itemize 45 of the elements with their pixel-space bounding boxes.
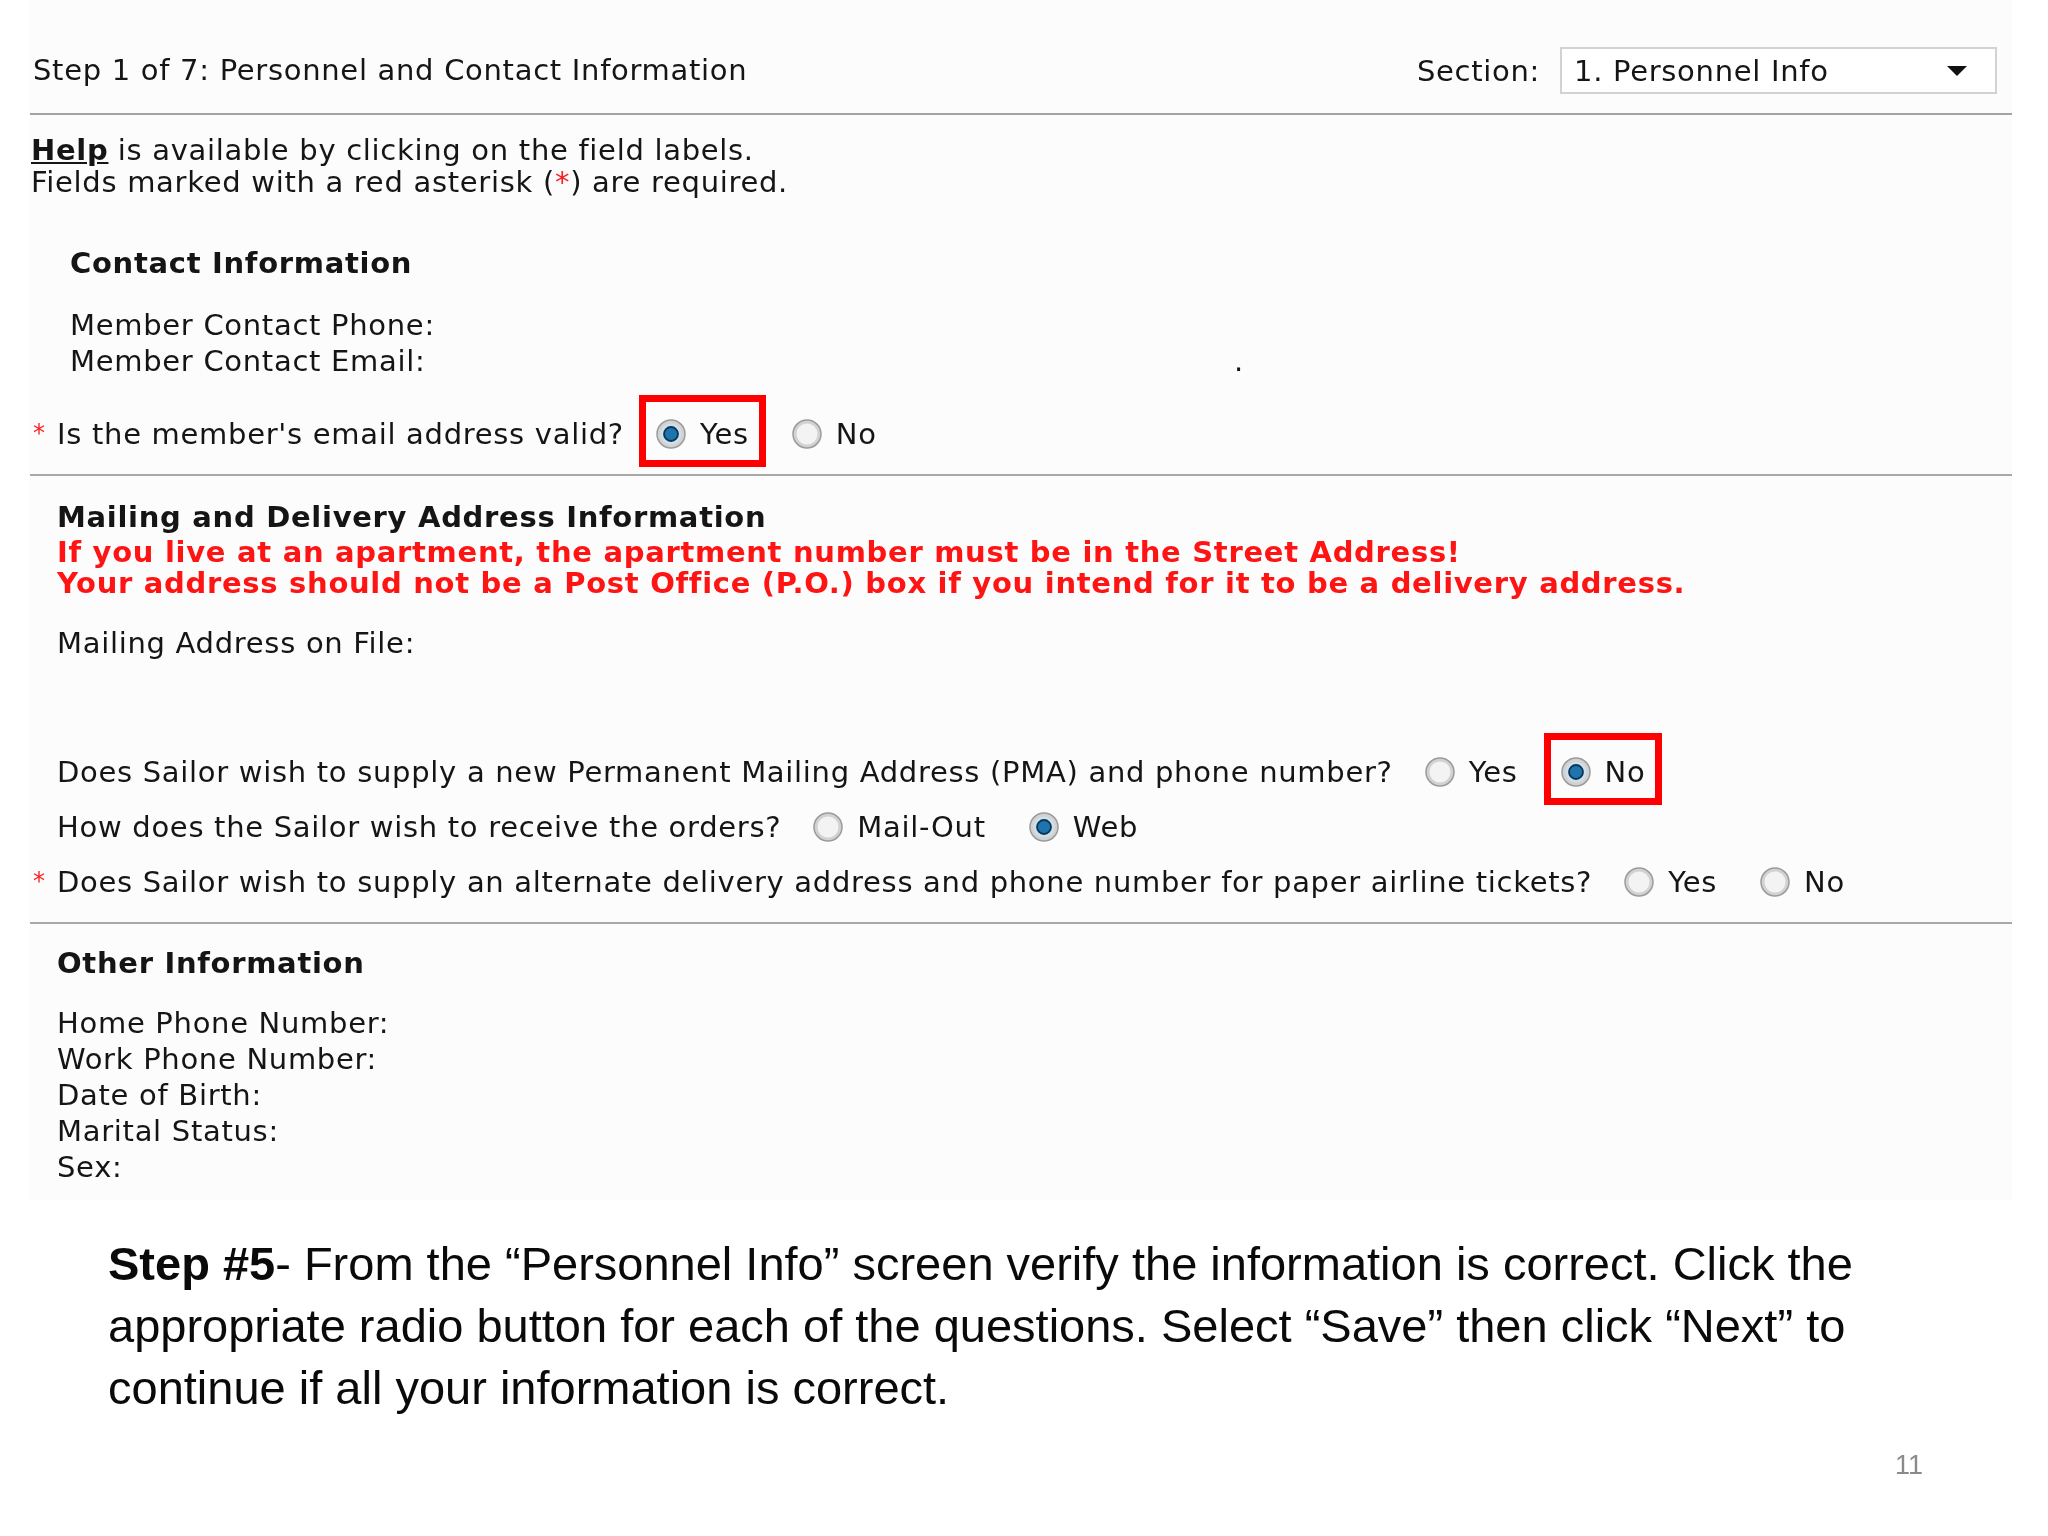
help-note: Help is available by clicking on the field labels. bbox=[31, 134, 755, 166]
radio-button[interactable] bbox=[1028, 812, 1059, 842]
option-label: Yes bbox=[699, 416, 749, 452]
question-text: How does the Sailor wish to receive the orders? bbox=[57, 809, 782, 845]
field-label: Member Contact Phone: bbox=[70, 307, 436, 343]
question-text: Is the member's email address valid? bbox=[57, 416, 624, 452]
radio-button[interactable] bbox=[791, 419, 822, 449]
radio-button[interactable] bbox=[1760, 867, 1791, 897]
option-label: Yes bbox=[1468, 754, 1518, 790]
question-text: Does Sailor wish to supply an alternate delivery address and phone number for paper airline tickets? bbox=[57, 864, 1593, 900]
required-note: Fields marked with a red asterisk (*) are required. bbox=[31, 166, 790, 198]
field-label: Work Phone Number: bbox=[57, 1041, 379, 1077]
option-label: No bbox=[1804, 864, 1845, 900]
field-label: Marital Status: bbox=[57, 1113, 280, 1149]
question-text: Does Sailor wish to supply a new Permanent Mailing Address (PMA) and phone number? bbox=[57, 754, 1393, 790]
field-label: Sex: bbox=[57, 1149, 124, 1185]
field-label: Home Phone Number: bbox=[57, 1005, 391, 1041]
field-label: Mailing Address on File: bbox=[57, 625, 417, 661]
radio-button[interactable] bbox=[655, 419, 686, 449]
section-heading: Mailing and Delivery Address Information bbox=[57, 501, 768, 533]
help-link[interactable]: Help bbox=[31, 133, 109, 167]
instruction-text: Step #5- From the “Personnel Info” screen verify the information is correct. Click the appropriate radio button for each of the questions. Select “Save” then click “Next” to continue if all your information is correct. bbox=[108, 1236, 1854, 1416]
field-label: Date of Birth: bbox=[57, 1077, 263, 1113]
section-dropdown[interactable]: 1. Personnel Info bbox=[1560, 47, 1997, 94]
option-label: Web bbox=[1072, 809, 1139, 845]
radio-button[interactable] bbox=[1624, 867, 1655, 897]
section-heading: Other Information bbox=[57, 947, 366, 979]
section-label: Section: bbox=[1416, 53, 1540, 88]
option-label: No bbox=[835, 416, 877, 452]
step-title: Step 1 of 7: Personnel and Contact Information bbox=[33, 52, 748, 89]
radio-button[interactable] bbox=[1424, 757, 1455, 787]
required-asterisk: * bbox=[33, 421, 46, 445]
warning-text: If you live at an apartment, the apartment number must be in the Street Address! bbox=[57, 537, 1462, 568]
field-label: Member Contact Email: bbox=[70, 343, 427, 379]
radio-button[interactable] bbox=[1560, 757, 1591, 787]
radio-button[interactable] bbox=[813, 812, 844, 842]
section-heading: Contact Information bbox=[70, 247, 414, 279]
warning-text: Your address should not be a Post Office (P.O.) box if you intend for it to be a delivery address. bbox=[57, 568, 1687, 599]
page-number: 11 bbox=[1894, 1449, 1923, 1482]
option-label: Mail-Out bbox=[857, 809, 986, 845]
caret-icon bbox=[1947, 65, 1967, 76]
option-label: Yes bbox=[1668, 864, 1718, 900]
required-asterisk: * bbox=[33, 869, 46, 893]
field-value: . bbox=[1234, 343, 1245, 379]
option-label: No bbox=[1604, 754, 1646, 790]
